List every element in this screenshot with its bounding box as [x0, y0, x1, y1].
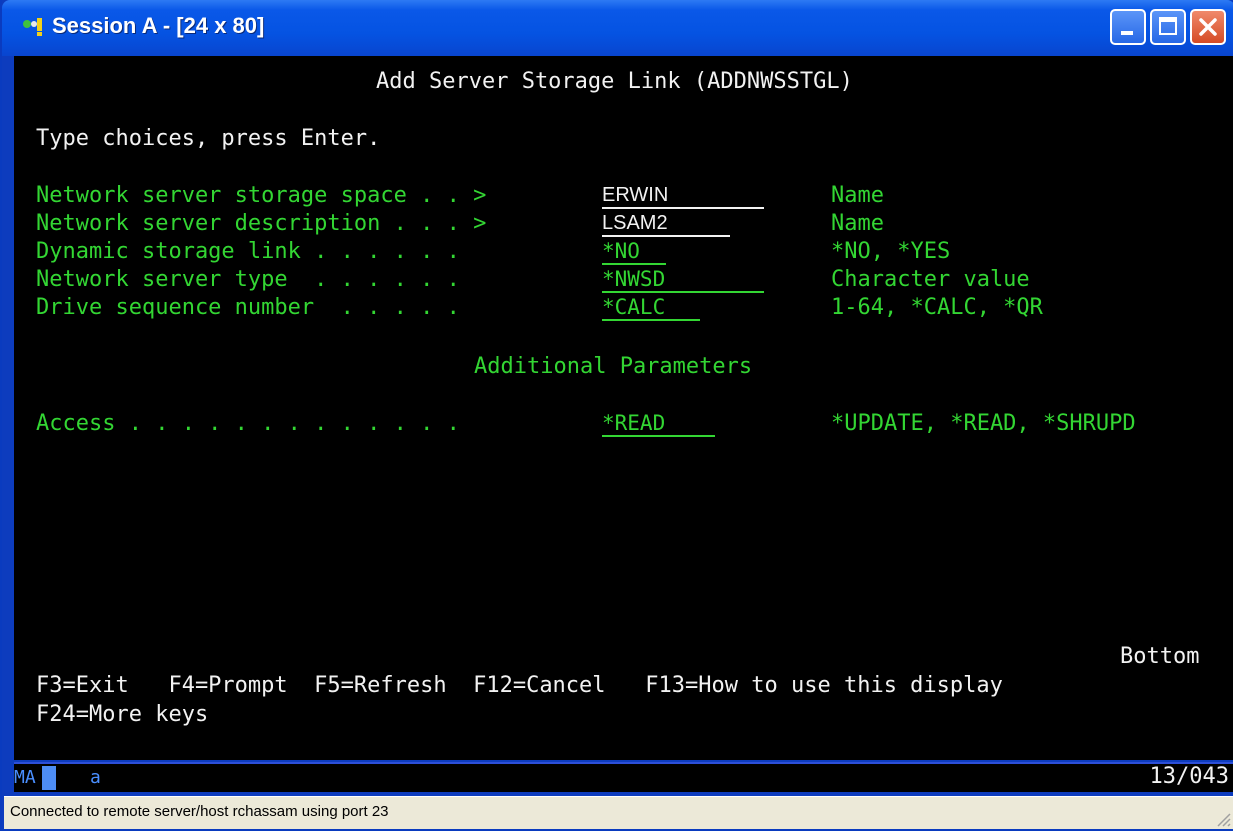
maximize-icon: [1159, 17, 1177, 35]
field-hint-drive-sequence: 1-64, *CALC, *QR: [831, 295, 1043, 320]
field-label-drive-sequence: Drive sequence number . . . . .: [36, 295, 460, 320]
status-message: Connected to remote server/host rchassam…: [10, 803, 389, 820]
title-bar[interactable]: Session A - [24 x 80]: [2, 0, 1233, 56]
maximize-button[interactable]: [1150, 9, 1186, 45]
status-bar: Connected to remote server/host rchassam…: [4, 796, 1233, 829]
operator-information-area: MA a 13/043: [14, 762, 1233, 792]
field-hint-server-type: Character value: [831, 267, 1030, 292]
field-label-server-description: Network server description . . . >: [36, 211, 487, 236]
function-keys-line-1: F3=Exit F4=Prompt F5=Refresh F12=Cancel …: [36, 673, 1003, 698]
cursor-position: 13/043: [1149, 764, 1229, 789]
keyboard-indicator: a: [90, 767, 101, 788]
session-icon: [22, 17, 46, 37]
dynamic-link-input[interactable]: *NO: [602, 239, 666, 265]
more-indicator: Bottom: [1120, 644, 1200, 669]
window-title: Session A - [24 x 80]: [52, 13, 265, 38]
field-hint-access: *UPDATE, *READ, *SHRUPD: [831, 411, 1136, 436]
function-keys-line-2: F24=More keys: [36, 702, 209, 727]
section-heading: Additional Parameters: [474, 354, 753, 379]
field-label-storage-space: Network server storage space . . >: [36, 183, 487, 208]
minimize-button[interactable]: [1110, 9, 1146, 45]
resize-grip-icon[interactable]: [1213, 809, 1231, 827]
field-label-access: Access . . . . . . . . . . . . .: [36, 411, 460, 436]
terminal-screen[interactable]: Add Server Storage Link (ADDNWSSTGL) Typ…: [14, 56, 1233, 760]
input-cursor-indicator: [42, 766, 56, 790]
server-description-input[interactable]: LSAM2: [602, 211, 730, 237]
field-label-dynamic-link: Dynamic storage link . . . . . .: [36, 239, 460, 264]
storage-space-input[interactable]: ERWIN: [602, 183, 764, 209]
close-button[interactable]: [1190, 9, 1226, 45]
minimize-icon: [1121, 31, 1133, 35]
field-label-server-type: Network server type . . . . . .: [36, 267, 460, 292]
field-hint-server-description: Name: [831, 211, 884, 236]
access-input[interactable]: *READ: [602, 411, 715, 437]
screen-heading: Add Server Storage Link (ADDNWSSTGL): [376, 69, 853, 94]
drive-sequence-input[interactable]: *CALC: [602, 295, 700, 321]
terminal-window: Session A - [24 x 80] Add Server Storage…: [0, 0, 1233, 831]
field-hint-dynamic-link: *NO, *YES: [831, 239, 951, 264]
close-icon: [1199, 18, 1217, 36]
screen-instruction: Type choices, press Enter.: [36, 126, 381, 151]
server-type-input[interactable]: *NWSD: [602, 267, 764, 293]
field-hint-storage-space: Name: [831, 183, 884, 208]
